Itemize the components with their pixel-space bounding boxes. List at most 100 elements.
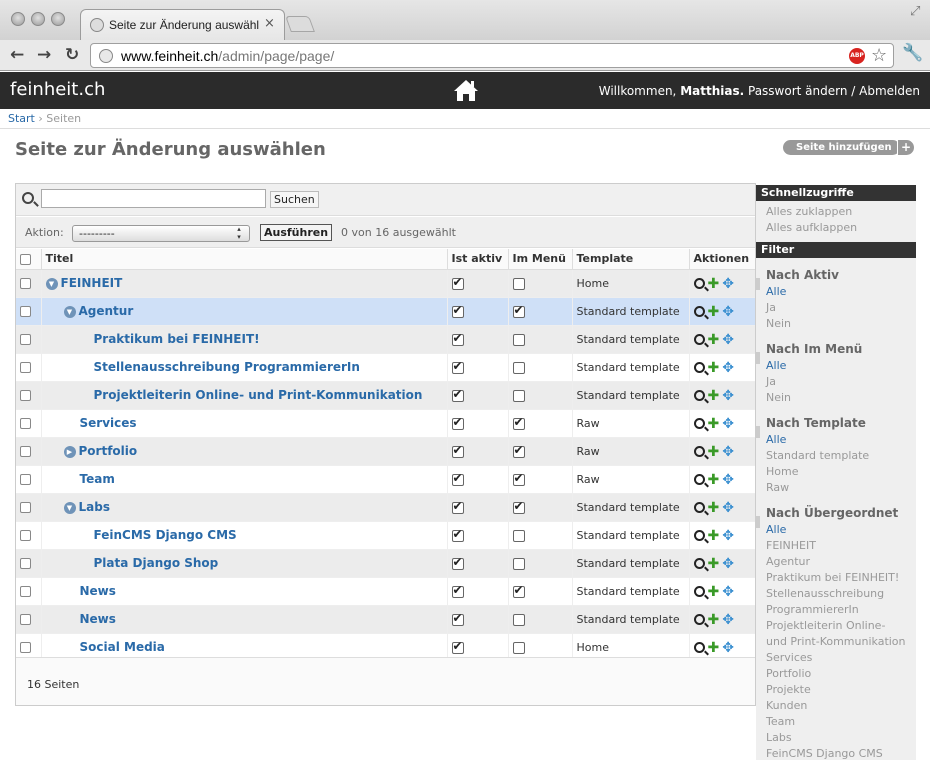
move-icon[interactable]: ✥: [722, 305, 734, 319]
column-in-menu[interactable]: Im Menü: [507, 249, 572, 270]
active-checkbox[interactable]: [451, 555, 464, 570]
in-menu-checkbox[interactable]: [512, 361, 525, 374]
filter-option[interactable]: Services: [756, 650, 916, 666]
filter-option[interactable]: ProgrammiererIn: [756, 602, 916, 618]
move-icon[interactable]: ✥: [722, 641, 734, 655]
search-input[interactable]: [41, 189, 266, 208]
move-icon[interactable]: ✥: [722, 445, 734, 459]
active-checkbox[interactable]: [451, 527, 464, 542]
add-child-icon[interactable]: ✚: [708, 501, 720, 515]
table-row[interactable]: ▼LabsStandard template✚✥: [16, 493, 755, 522]
view-icon[interactable]: [693, 502, 705, 513]
add-child-icon[interactable]: ✚: [708, 585, 720, 599]
active-checkbox[interactable]: [451, 583, 464, 598]
view-icon[interactable]: [693, 558, 705, 569]
page-title-link[interactable]: Projektleiterin Online- und Print-Kommun…: [94, 388, 423, 402]
page-title-link[interactable]: Services: [80, 416, 137, 430]
filter-option[interactable]: Projekte: [756, 682, 916, 698]
active-checkbox[interactable]: [451, 415, 464, 430]
active-checkbox[interactable]: [451, 331, 464, 346]
table-row[interactable]: NewsStandard template✚✥: [16, 605, 755, 634]
url-text[interactable]: www.feinheit.ch/admin/page/page/: [121, 48, 334, 64]
zoom-window-button[interactable]: [51, 12, 65, 26]
move-icon[interactable]: ✥: [722, 501, 734, 515]
collapse-toggle-icon[interactable]: ▼: [63, 306, 76, 318]
row-checkbox[interactable]: [20, 502, 31, 513]
close-tab-icon[interactable]: ×: [264, 16, 275, 31]
add-child-icon[interactable]: ✚: [708, 445, 720, 459]
table-row[interactable]: Plata Django ShopStandard template✚✥: [16, 549, 755, 578]
view-icon[interactable]: [693, 362, 705, 373]
row-checkbox[interactable]: [20, 334, 31, 345]
view-icon[interactable]: [693, 334, 705, 345]
table-row[interactable]: Projektleiterin Online- und Print-Kommun…: [16, 381, 755, 410]
view-icon[interactable]: [693, 446, 705, 457]
view-icon[interactable]: [693, 278, 705, 289]
page-title-link[interactable]: Team: [80, 472, 115, 486]
view-icon[interactable]: [693, 306, 705, 317]
active-checkbox[interactable]: [451, 359, 464, 374]
minimize-window-button[interactable]: [31, 12, 45, 26]
row-checkbox[interactable]: [20, 418, 31, 429]
in-menu-checkbox[interactable]: [512, 613, 525, 626]
filter-option[interactable]: Ja: [756, 300, 916, 316]
collapse-all-link[interactable]: Alles zuklappen: [756, 204, 916, 220]
filter-option[interactable]: Alle: [756, 432, 916, 448]
move-icon[interactable]: ✥: [722, 277, 734, 291]
in-menu-checkbox[interactable]: [512, 471, 525, 486]
plus-icon[interactable]: +: [897, 140, 914, 155]
active-checkbox[interactable]: [451, 275, 464, 290]
filter-option[interactable]: Raw: [756, 480, 916, 496]
page-title-link[interactable]: Portfolio: [79, 444, 138, 458]
filter-option[interactable]: Alle: [756, 522, 916, 538]
in-menu-checkbox[interactable]: [512, 303, 525, 318]
page-title-link[interactable]: Social Media: [80, 640, 165, 654]
filter-option[interactable]: Labs: [756, 730, 916, 746]
add-child-icon[interactable]: ✚: [708, 305, 720, 319]
row-checkbox[interactable]: [20, 614, 31, 625]
add-child-icon[interactable]: ✚: [708, 529, 720, 543]
add-page-button[interactable]: Seite hinzufügen: [783, 140, 900, 155]
page-title-link[interactable]: News: [80, 584, 116, 598]
row-checkbox[interactable]: [20, 362, 31, 373]
table-row[interactable]: Stellenausschreibung ProgrammiererIn Stan…: [16, 353, 755, 382]
table-row[interactable]: ▶PortfolioRaw✚✥: [16, 437, 755, 466]
action-select[interactable]: ---------: [72, 225, 250, 242]
search-button[interactable]: Suchen: [270, 191, 319, 208]
add-child-icon[interactable]: ✚: [708, 473, 720, 487]
add-child-icon[interactable]: ✚: [708, 417, 720, 431]
in-menu-checkbox[interactable]: [512, 583, 525, 598]
logout-link[interactable]: Abmelden: [859, 84, 920, 98]
change-password-link[interactable]: Passwort ändern: [748, 84, 847, 98]
filter-option[interactable]: Alle: [756, 358, 916, 374]
add-child-icon[interactable]: ✚: [708, 333, 720, 347]
active-checkbox[interactable]: [451, 611, 464, 626]
close-window-button[interactable]: [11, 12, 25, 26]
filter-option[interactable]: Stellenausschreibung: [756, 586, 916, 602]
add-child-icon[interactable]: ✚: [708, 613, 720, 627]
filter-option[interactable]: Portfolio: [756, 666, 916, 682]
bookmark-star-icon[interactable]: ☆: [871, 45, 887, 66]
view-icon[interactable]: [693, 530, 705, 541]
row-checkbox[interactable]: [20, 278, 31, 289]
page-title-link[interactable]: Stellenausschreibung ProgrammiererIn: [94, 360, 360, 374]
move-icon[interactable]: ✥: [722, 613, 734, 627]
page-title-link[interactable]: Plata Django Shop: [94, 556, 219, 570]
view-icon[interactable]: [693, 586, 705, 597]
row-checkbox[interactable]: [20, 390, 31, 401]
in-menu-checkbox[interactable]: [512, 641, 525, 654]
move-icon[interactable]: ✥: [722, 417, 734, 431]
move-icon[interactable]: ✥: [722, 529, 734, 543]
move-icon[interactable]: ✥: [722, 557, 734, 571]
view-icon[interactable]: [693, 474, 705, 485]
wrench-icon[interactable]: 🔧: [902, 43, 923, 63]
filter-option[interactable]: Praktikum bei FEINHEIT!: [756, 570, 916, 586]
move-icon[interactable]: ✥: [722, 389, 734, 403]
in-menu-checkbox[interactable]: [512, 389, 525, 402]
add-child-icon[interactable]: ✚: [708, 557, 720, 571]
forward-button[interactable]: →: [37, 45, 51, 65]
row-checkbox[interactable]: [20, 530, 31, 541]
adblock-icon[interactable]: ABP: [849, 48, 865, 64]
row-checkbox[interactable]: [20, 586, 31, 597]
filter-option[interactable]: Agentur: [756, 554, 916, 570]
